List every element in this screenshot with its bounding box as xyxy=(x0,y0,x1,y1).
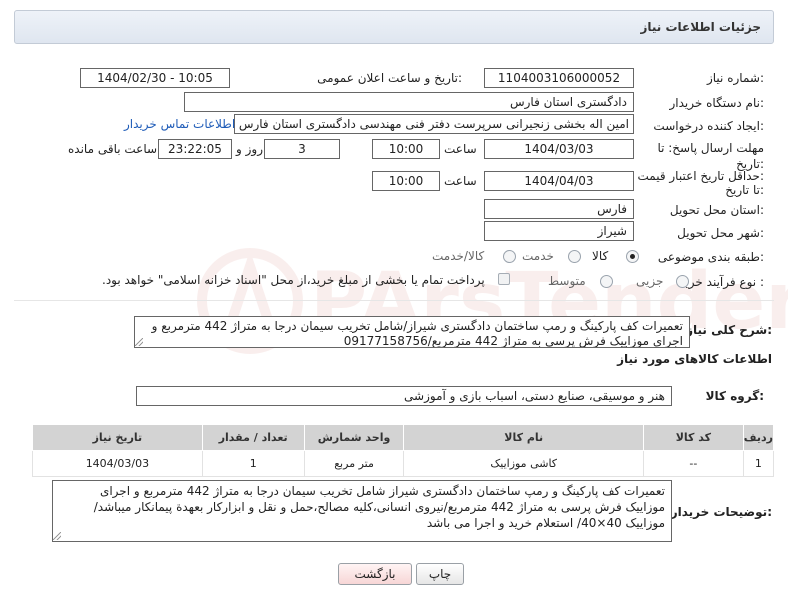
validity-label-line1: حداقل تاریخ اعتبار قیمت: xyxy=(637,169,764,183)
buyer-notes-label: توضیحات خریدار: xyxy=(670,505,772,519)
buyer-org-field: دادگستری استان فارس xyxy=(184,92,634,112)
col-header-quantity: تعداد / مقدار xyxy=(201,424,305,451)
page-title: جزئیات اطلاعات نیاز xyxy=(640,20,761,34)
validity-time-label: ساعت xyxy=(444,174,477,188)
description-textarea[interactable]: تعمیرات کف پارکینگ و رمپ ساختمان دادگستر… xyxy=(134,316,690,348)
category-radio-goods[interactable] xyxy=(626,250,639,263)
cell-item-code: -- xyxy=(642,450,744,477)
category-label: طبقه بندی موضوعی: xyxy=(657,250,764,264)
remaining-time-field: 23:22:05 xyxy=(158,139,232,159)
goods-group-label: گروه کالا: xyxy=(705,389,764,403)
payment-checkbox[interactable] xyxy=(498,273,510,285)
remaining-time-label: ساعت باقی مانده xyxy=(68,142,158,156)
process-radio-medium[interactable] xyxy=(600,275,613,288)
validity-label-line2: تا تاریخ: xyxy=(725,183,764,197)
cell-need-date: 1404/03/03 xyxy=(32,450,203,477)
deadline-label-line1: مهلت ارسال پاسخ: تا xyxy=(657,141,764,155)
items-table: ردیف کد کالا نام کالا واحد شمارش تعداد /… xyxy=(32,424,775,477)
category-radio-service[interactable] xyxy=(568,250,581,263)
table-header-row: ردیف کد کالا نام کالا واحد شمارش تعداد /… xyxy=(32,424,775,451)
announce-field: 1404/02/30 - 10:05 xyxy=(80,68,230,88)
print-button[interactable]: چاپ xyxy=(416,563,464,585)
days-remaining-field: 3 xyxy=(264,139,340,159)
buyer-notes-textarea[interactable]: تعمیرات کف پارکینگ و رمپ ساختمان دادگستر… xyxy=(52,480,672,542)
city-field: شیراز xyxy=(484,221,634,241)
deadline-date-field: 1404/03/03 xyxy=(484,139,634,159)
col-header-item-code: کد کالا xyxy=(642,424,744,451)
buyer-contact-link[interactable]: اطلاعات تماس خریدار xyxy=(124,117,235,131)
buyer-notes-resize-handle[interactable] xyxy=(53,532,61,540)
col-header-item-name: نام کالا xyxy=(403,424,644,451)
buyer-org-label: نام دستگاه خریدار: xyxy=(669,96,765,110)
days-label: روز و xyxy=(236,142,263,156)
cell-item-name: کاشی موزاییک xyxy=(403,450,644,477)
section-divider xyxy=(14,300,774,301)
table-row: 1 -- کاشی موزاییک متر مربع 1 1404/03/03 xyxy=(32,450,775,477)
province-label: استان محل تحویل: xyxy=(669,203,764,217)
goods-group-field: هنر و موسیقی، صنایع دستی، اسباب بازی و آ… xyxy=(136,386,672,406)
category-radio-goods-service[interactable] xyxy=(503,250,516,263)
goods-section-title: اطلاعات کالاهای مورد نیاز xyxy=(617,352,772,366)
process-option-minor: جزیی xyxy=(636,274,664,288)
category-option-goods-service: کالا/خدمت xyxy=(432,249,485,263)
city-label: شهر محل تحویل: xyxy=(677,226,764,240)
cell-row-number: 1 xyxy=(742,450,775,477)
process-option-medium: متوسط xyxy=(548,274,586,288)
back-button[interactable]: بازگشت xyxy=(338,563,412,585)
cell-unit: متر مربع xyxy=(303,450,405,477)
col-header-need-date: تاریخ نیاز xyxy=(32,424,203,451)
requester-label: ایجاد کننده درخواست: xyxy=(653,119,764,133)
category-option-goods: کالا xyxy=(592,249,609,263)
requester-field: امین اله بخشی زنجیرانی سرپرست دفتر فنی م… xyxy=(234,114,634,134)
validity-time-field: 10:00 xyxy=(372,171,440,191)
need-number-label: شماره نیاز: xyxy=(706,71,764,85)
payment-note: پرداخت تمام یا بخشی از مبلغ خرید،از محل … xyxy=(102,273,485,287)
category-option-service: خدمت xyxy=(522,249,554,263)
cell-quantity: 1 xyxy=(201,450,305,477)
process-label: نوع فرآیند خرید : xyxy=(679,275,764,289)
need-number-field: 1104003106000052 xyxy=(484,68,634,88)
description-label: شرح کلی نیاز: xyxy=(686,323,772,337)
announce-label: تاریخ و ساعت اعلان عمومی: xyxy=(317,71,462,85)
col-header-unit: واحد شمارش xyxy=(303,424,405,451)
process-radio-minor[interactable] xyxy=(676,275,689,288)
description-resize-handle[interactable] xyxy=(135,338,143,346)
col-header-row-number: ردیف xyxy=(742,424,775,451)
province-field: فارس xyxy=(484,199,634,219)
validity-date-field: 1404/04/03 xyxy=(484,171,634,191)
deadline-time-field: 10:00 xyxy=(372,139,440,159)
page-header: جزئیات اطلاعات نیاز xyxy=(14,10,774,44)
deadline-time-label: ساعت xyxy=(444,142,477,156)
